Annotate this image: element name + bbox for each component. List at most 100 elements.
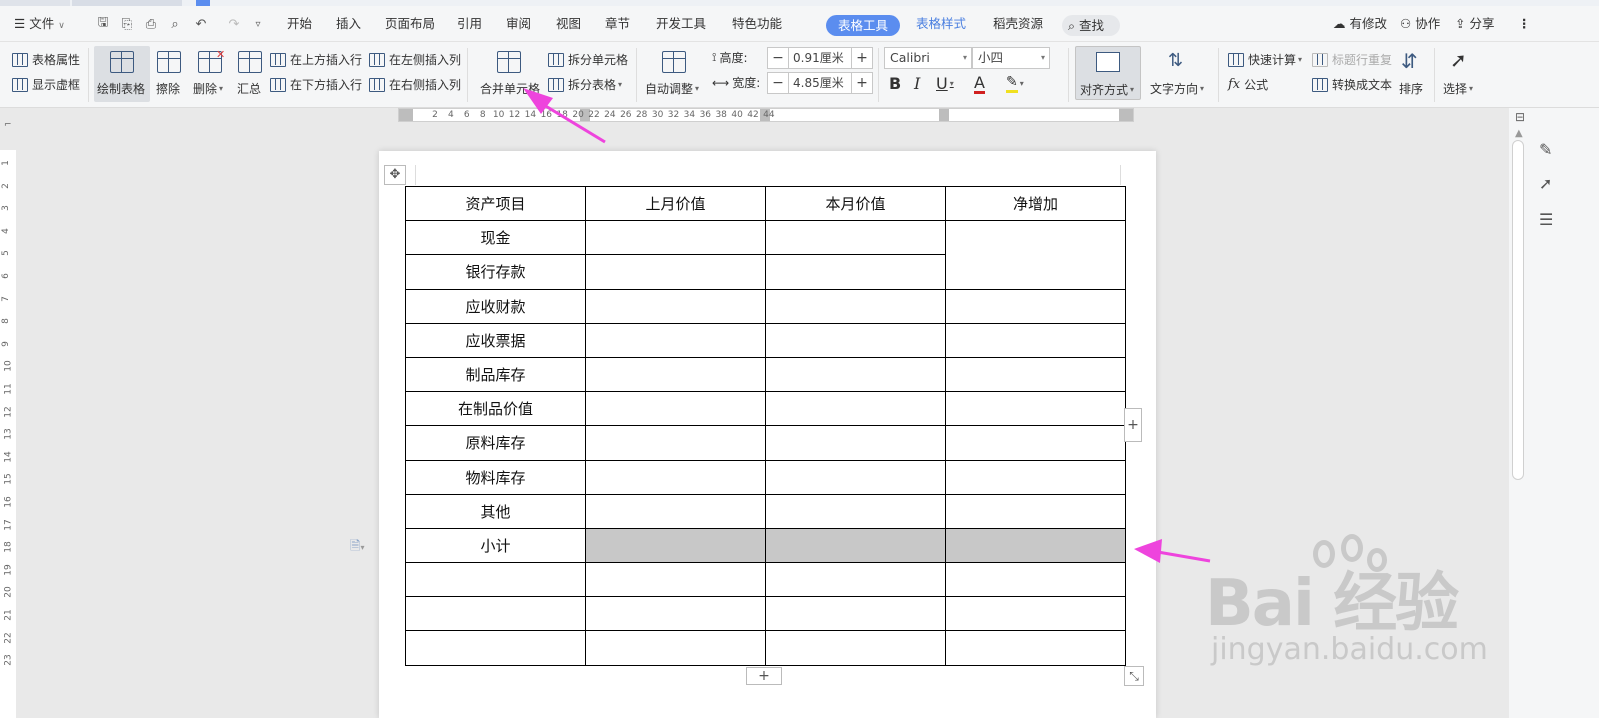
table-header-cell[interactable]: 资产项目 xyxy=(405,185,586,222)
format-painter-icon[interactable]: ⎘ xyxy=(119,16,135,32)
table-cell[interactable] xyxy=(585,220,766,256)
delete-button[interactable]: ✕ 删除 ▾ xyxy=(190,46,230,102)
asset-table[interactable]: 资产项目 上月价值 本月价值 净增加 现金 银行存款 应收财款 应收票据 制品库存 在制品价值 原料… xyxy=(405,185,1126,666)
table-cell[interactable] xyxy=(765,322,946,358)
settings-sliders-icon[interactable]: ☰ xyxy=(1539,210,1553,229)
table-cell[interactable] xyxy=(765,425,946,461)
more-icon[interactable]: ⋮ xyxy=(1518,6,1531,42)
plus-icon[interactable]: + xyxy=(852,73,872,93)
table-cell[interactable] xyxy=(585,288,766,324)
insert-row-above-button[interactable]: 在上方插入行 xyxy=(270,51,362,68)
paragraph-layout-icon[interactable]: 🗎▾ xyxy=(350,537,364,559)
table-cell[interactable] xyxy=(765,288,946,324)
row-height-stepper[interactable]: − 0.91厘米 + xyxy=(767,47,873,69)
tab-references[interactable]: 引用 xyxy=(457,6,482,42)
repeat-header-button[interactable]: 标题行重复 xyxy=(1312,51,1392,68)
insert-col-right-button[interactable]: 在右侧插入列 xyxy=(369,76,461,93)
row-label-cell[interactable]: 在制品价值 xyxy=(405,391,586,427)
insert-col-left-button[interactable]: 在左侧插入列 xyxy=(369,51,461,68)
table-cell[interactable] xyxy=(945,322,1126,358)
text-direction-button[interactable]: ⇅ 文字方向 ▾ xyxy=(1146,46,1210,102)
merged-cell[interactable] xyxy=(945,220,1126,290)
table-header-cell[interactable]: 本月价值 xyxy=(765,185,946,222)
row-label-cell[interactable]: 原料库存 xyxy=(405,425,586,461)
summary-button[interactable]: 汇总 xyxy=(234,46,266,102)
table-cell[interactable] xyxy=(585,459,766,495)
collapse-icon[interactable]: ⊟ xyxy=(1515,110,1525,124)
table-cell[interactable] xyxy=(585,391,766,427)
tab-insert[interactable]: 插入 xyxy=(336,6,361,42)
table-cell[interactable] xyxy=(585,425,766,461)
table-cell[interactable] xyxy=(585,322,766,358)
share-button[interactable]: ⇪ 分享 xyxy=(1455,6,1494,42)
align-button[interactable]: 对齐方式 ▾ xyxy=(1075,46,1141,100)
select-button[interactable]: ➚ 选择 ▾ xyxy=(1440,46,1480,102)
col-width-stepper[interactable]: − 4.85厘米 + xyxy=(767,72,873,94)
table-cell[interactable] xyxy=(945,596,1126,632)
tab-table-style[interactable]: 表格样式 xyxy=(916,6,966,42)
vertical-ruler[interactable]: 1 2 3 4 5 6 7 8 9 10 11 12 13 14 15 16 17 18 19 20 21 22 23 xyxy=(0,150,16,718)
tab-special[interactable]: 特色功能 xyxy=(732,6,782,42)
table-cell[interactable] xyxy=(765,527,946,564)
tab-review[interactable]: 审阅 xyxy=(506,6,531,42)
table-cell[interactable] xyxy=(585,254,766,290)
table-cell[interactable] xyxy=(945,562,1126,598)
split-cells-button[interactable]: 拆分单元格 xyxy=(548,51,628,68)
table-cell[interactable] xyxy=(945,425,1126,461)
draw-table-button[interactable]: 绘制表格 xyxy=(94,46,150,102)
font-name-select[interactable]: Calibri ▾ xyxy=(884,47,972,69)
table-cell[interactable] xyxy=(765,493,946,529)
table-cell[interactable] xyxy=(585,562,766,598)
tab-page-layout[interactable]: 页面布局 xyxy=(385,6,435,42)
italic-button[interactable]: I xyxy=(914,74,920,93)
tab-table-tools[interactable]: 表格工具 xyxy=(826,15,900,36)
table-cell[interactable] xyxy=(945,288,1126,324)
table-cell[interactable] xyxy=(765,220,946,256)
convert-to-text-button[interactable]: 转换成文本 xyxy=(1312,76,1392,93)
minus-icon[interactable]: − xyxy=(768,73,788,93)
font-size-select[interactable]: 小四 ▾ xyxy=(972,47,1050,69)
redo-icon[interactable]: ↷ xyxy=(226,16,242,32)
table-cell[interactable] xyxy=(765,254,946,290)
minus-icon[interactable]: − xyxy=(768,48,788,68)
table-cell[interactable] xyxy=(585,356,766,393)
undo-icon[interactable]: ↶ xyxy=(193,16,209,32)
merge-cells-button[interactable]: 合并单元格 xyxy=(474,46,544,102)
collab-button[interactable]: ⚇ 协作 xyxy=(1400,6,1440,42)
scroll-up-icon[interactable]: ▲ xyxy=(1515,128,1523,139)
plus-icon[interactable]: + xyxy=(852,48,872,68)
table-cell[interactable] xyxy=(945,356,1126,393)
resize-table-icon[interactable]: ⤡ xyxy=(1124,666,1144,686)
search-button[interactable]: ⌕ 查找 xyxy=(1062,15,1120,36)
horizontal-ruler[interactable]: 2 4 6 8 10 12 14 16 18 20 22 24 26 28 30 32 34 36 38 40 42 44 xyxy=(398,108,1134,122)
table-cell[interactable] xyxy=(765,356,946,393)
table-cell[interactable] xyxy=(585,527,766,564)
table-cell[interactable] xyxy=(765,596,946,632)
file-menu[interactable]: ☰ 文件 ∨ xyxy=(14,6,65,42)
customize-toolbar-icon[interactable]: ▿ xyxy=(250,16,266,32)
modified-button[interactable]: ☁ 有修改 xyxy=(1333,6,1387,42)
table-cell[interactable] xyxy=(585,630,766,666)
table-properties-button[interactable]: 表格属性 xyxy=(12,51,80,68)
sort-button[interactable]: ⇵ 排序 xyxy=(1396,46,1430,102)
row-label-cell[interactable]: 现金 xyxy=(405,220,586,256)
print-icon[interactable]: ⎙ xyxy=(143,16,159,32)
table-cell[interactable] xyxy=(945,630,1126,666)
table-cell[interactable] xyxy=(765,562,946,598)
row-label-cell[interactable]: 应收财款 xyxy=(405,288,586,324)
tab-docer[interactable]: 稻壳资源 xyxy=(993,6,1043,42)
table-move-handle-icon[interactable]: ✥ xyxy=(384,165,406,185)
row-label-cell[interactable]: 制品库存 xyxy=(405,356,586,393)
show-gridlines-button[interactable]: 显示虚框 xyxy=(12,76,80,93)
edit-pen-icon[interactable]: ✎ xyxy=(1539,140,1552,159)
row-height-input[interactable]: 0.91厘米 xyxy=(788,48,852,68)
print-preview-icon[interactable]: ⌕ xyxy=(167,16,183,32)
erase-button[interactable]: 擦除 xyxy=(152,46,186,102)
tab-start[interactable]: 开始 xyxy=(287,6,312,42)
select-cursor-icon[interactable]: ➚ xyxy=(1539,174,1552,193)
bold-button[interactable]: B xyxy=(889,74,901,93)
quick-calc-button[interactable]: 快速计算 ▾ xyxy=(1228,51,1302,68)
vertical-scrollbar[interactable] xyxy=(1512,140,1524,480)
save-icon[interactable]: 🖫 xyxy=(95,15,111,32)
tab-view[interactable]: 视图 xyxy=(556,6,581,42)
